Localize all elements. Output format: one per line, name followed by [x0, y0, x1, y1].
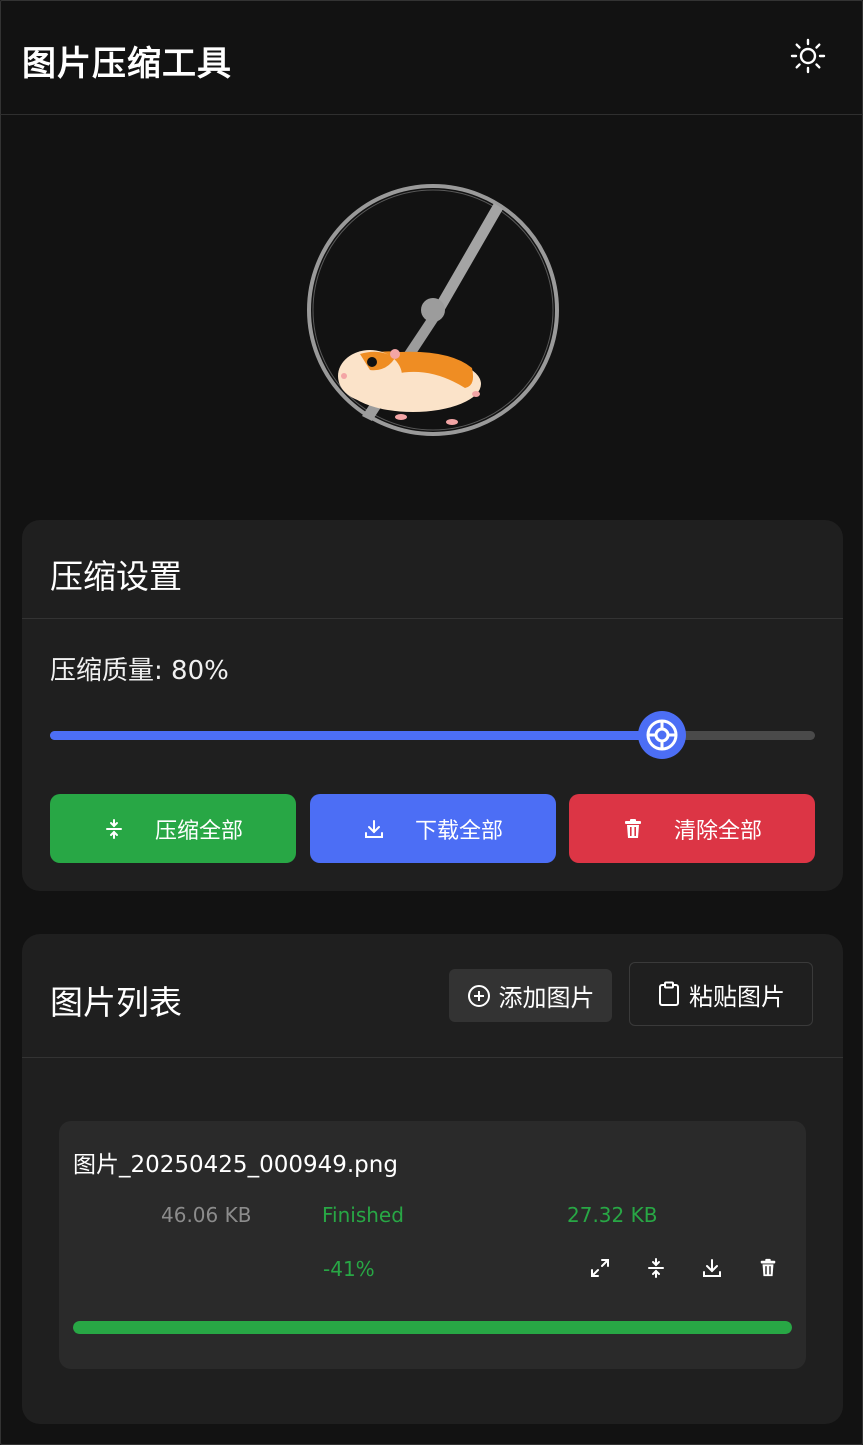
- status-text: Finished: [322, 1203, 404, 1227]
- download-button[interactable]: [697, 1253, 727, 1283]
- quality-slider-fill: [50, 731, 662, 740]
- add-image-label: 添加图片: [498, 984, 595, 1012]
- hamster-wheel-logo: [307, 184, 559, 436]
- trash-icon: [622, 818, 644, 840]
- app-title: 图片压缩工具: [22, 44, 232, 84]
- plus-circle-icon: [467, 984, 490, 1007]
- clipboard-icon: [659, 981, 679, 1006]
- preview-button[interactable]: [585, 1253, 615, 1283]
- image-list-card: 图片列表 添加图片 粘贴图片 图片_20250425_000949.png 46…: [22, 934, 843, 1424]
- app-header: 图片压缩工具: [0, 0, 863, 115]
- clear-all-label: 清除全部: [673, 818, 762, 844]
- sun-icon: [790, 38, 826, 74]
- settings-title: 压缩设置: [50, 557, 182, 596]
- download-all-label: 下载全部: [414, 818, 503, 844]
- paste-image-label: 粘贴图片: [689, 982, 785, 1011]
- progress-bar-fill: [73, 1321, 792, 1334]
- progress-bar: [73, 1321, 792, 1334]
- list-item: 图片_20250425_000949.png 46.06 KB Finished…: [59, 1121, 806, 1369]
- download-icon: [363, 818, 385, 840]
- clear-all-button[interactable]: 清除全部: [569, 794, 815, 863]
- compression-settings-card: 压缩设置 压缩质量: 80% 压缩全部 下载全部 清除全部: [22, 520, 843, 891]
- compress-all-button[interactable]: 压缩全部: [50, 794, 296, 863]
- image-list-divider: [22, 1057, 843, 1058]
- quality-slider[interactable]: [50, 711, 815, 759]
- file-name: 图片_20250425_000949.png: [73, 1152, 398, 1178]
- quality-slider-thumb[interactable]: [638, 711, 686, 759]
- compress-icon: [103, 818, 125, 840]
- download-icon: [703, 1259, 721, 1277]
- delete-button[interactable]: [753, 1253, 783, 1283]
- original-size: 46.06 KB: [161, 1203, 252, 1227]
- trash-icon: [760, 1258, 776, 1277]
- hamster-illustration: [338, 349, 481, 425]
- compress-button[interactable]: [641, 1253, 671, 1283]
- lifebuoy-icon: [646, 719, 678, 751]
- theme-toggle-button[interactable]: [786, 34, 830, 78]
- compress-all-label: 压缩全部: [154, 818, 243, 844]
- size-reduction: -41%: [323, 1257, 375, 1281]
- paste-image-button[interactable]: 粘贴图片: [629, 962, 813, 1026]
- quality-label: 压缩质量: 80%: [50, 656, 229, 686]
- download-all-button[interactable]: 下载全部: [310, 794, 556, 863]
- add-image-button[interactable]: 添加图片: [449, 969, 612, 1022]
- image-list-title: 图片列表: [50, 983, 182, 1022]
- compress-icon: [648, 1258, 664, 1278]
- settings-divider: [22, 618, 843, 619]
- expand-icon: [591, 1259, 609, 1277]
- compressed-size: 27.32 KB: [567, 1203, 658, 1227]
